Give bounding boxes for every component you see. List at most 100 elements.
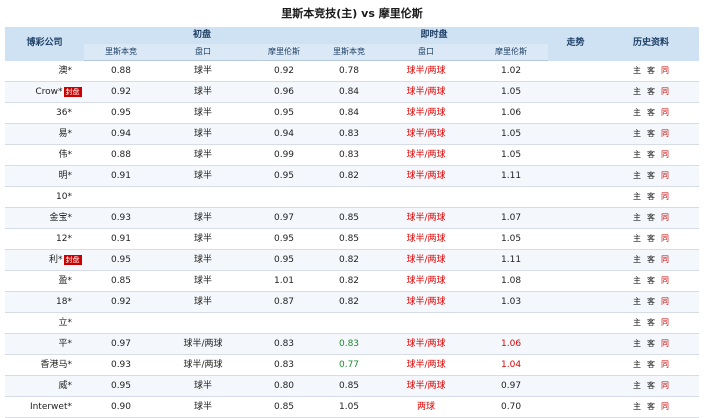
history-same-link[interactable]: 同 (658, 292, 672, 312)
live-handicap[interactable]: 球半/两球 (378, 375, 475, 397)
history-home-link[interactable]: 主 (630, 292, 644, 312)
company-name[interactable]: 威* (17, 376, 72, 396)
live-handicap[interactable]: 球半/两球 (378, 354, 475, 376)
history-same-link[interactable]: 同 (658, 229, 672, 249)
live-away-odds: 1.07 (474, 207, 549, 229)
init-home-odds: 0.95 (84, 249, 158, 271)
history-same-link[interactable]: 同 (658, 313, 672, 333)
company-name[interactable]: 平* (17, 334, 72, 354)
company-name[interactable]: 18* (17, 292, 72, 312)
history-away-link[interactable]: 客 (644, 271, 658, 291)
history-same-link[interactable]: 同 (658, 271, 672, 291)
company-name[interactable]: 伟* (17, 145, 72, 165)
live-handicap[interactable]: 球半/两球 (378, 270, 475, 292)
history-home-link[interactable]: 主 (630, 397, 644, 417)
history-same-link[interactable]: 同 (658, 124, 672, 144)
history-home-link[interactable]: 主 (630, 82, 644, 102)
init-home-odds: 0.94 (84, 123, 158, 145)
table-row: 36* 0.95 球半 0.95 0.84 球半/两球 1.06 主客同 (5, 102, 700, 124)
live-handicap[interactable]: 球半/两球 (378, 165, 475, 187)
history-home-link[interactable]: 主 (630, 355, 644, 375)
history-same-link[interactable]: 同 (658, 166, 672, 186)
history-away-link[interactable]: 客 (644, 124, 658, 144)
history-away-link[interactable]: 客 (644, 292, 658, 312)
history-away-link[interactable]: 客 (644, 313, 658, 333)
history-home-link[interactable]: 主 (630, 103, 644, 123)
history-home-link[interactable]: 主 (630, 250, 644, 270)
history-home-link[interactable]: 主 (630, 145, 644, 165)
history-away-link[interactable]: 客 (644, 355, 658, 375)
history-home-link[interactable]: 主 (630, 208, 644, 228)
company-name[interactable]: 36* (17, 103, 72, 123)
header-live: 即时盘 (320, 27, 549, 44)
history-away-link[interactable]: 客 (644, 376, 658, 396)
table-row: 澳* 0.88 球半 0.92 0.78 球半/两球 1.02 主客同 (5, 60, 700, 82)
company-name[interactable]: Crow* (8, 82, 62, 102)
live-away-odds: 1.02 (474, 60, 549, 82)
company-name[interactable]: 易* (17, 124, 72, 144)
history-same-link[interactable]: 同 (658, 82, 672, 102)
company-name[interactable]: 明* (17, 166, 72, 186)
history-away-link[interactable]: 客 (644, 166, 658, 186)
history-home-link[interactable]: 主 (630, 166, 644, 186)
history-home-link[interactable]: 主 (630, 313, 644, 333)
history-same-link[interactable]: 同 (658, 103, 672, 123)
history-away-link[interactable]: 客 (644, 397, 658, 417)
history-away-link[interactable]: 客 (644, 229, 658, 249)
init-away-odds: 0.95 (248, 228, 321, 250)
history-same-link[interactable]: 同 (658, 145, 672, 165)
live-handicap[interactable]: 球半/两球 (378, 60, 475, 82)
header-company: 博彩公司 (5, 27, 84, 61)
trend-cell (548, 186, 604, 208)
live-handicap[interactable]: 球半/两球 (378, 123, 475, 145)
history-same-link[interactable]: 同 (658, 187, 672, 207)
history-away-link[interactable]: 客 (644, 82, 658, 102)
company-name[interactable]: 利* (8, 250, 63, 270)
table-row: 金宝* 0.93 球半 0.97 0.85 球半/两球 1.07 主客同 (5, 207, 700, 229)
history-same-link[interactable]: 同 (658, 376, 672, 396)
company-name[interactable]: 香港马* (17, 355, 72, 375)
history-away-link[interactable]: 客 (644, 334, 658, 354)
live-handicap[interactable]: 球半/两球 (378, 207, 475, 229)
company-name[interactable]: 盈* (17, 271, 72, 291)
history-away-link[interactable]: 客 (644, 250, 658, 270)
live-handicap[interactable] (378, 186, 475, 208)
history-home-link[interactable]: 主 (630, 61, 644, 81)
live-handicap[interactable] (378, 312, 475, 334)
company-name[interactable]: 10* (17, 187, 72, 207)
company-name[interactable]: 澳* (17, 61, 72, 81)
history-same-link[interactable]: 同 (658, 334, 672, 354)
history-away-link[interactable]: 客 (644, 145, 658, 165)
live-handicap[interactable]: 球半/两球 (378, 144, 475, 166)
company-name[interactable]: 12* (17, 229, 72, 249)
history-away-link[interactable]: 客 (644, 103, 658, 123)
history-home-link[interactable]: 主 (630, 334, 644, 354)
history-same-link[interactable]: 同 (658, 61, 672, 81)
history-home-link[interactable]: 主 (630, 271, 644, 291)
header-live-away: 摩里伦斯 (474, 44, 549, 61)
history-away-link[interactable]: 客 (644, 61, 658, 81)
live-handicap[interactable]: 球半/两球 (378, 249, 475, 271)
history-away-link[interactable]: 客 (644, 208, 658, 228)
live-away-odds: 0.70 (474, 396, 549, 418)
company-name[interactable]: 金宝* (17, 208, 72, 228)
history-home-link[interactable]: 主 (630, 124, 644, 144)
history-home-link[interactable]: 主 (630, 187, 644, 207)
history-same-link[interactable]: 同 (658, 355, 672, 375)
live-handicap[interactable]: 球半/两球 (378, 102, 475, 124)
history-same-link[interactable]: 同 (658, 397, 672, 417)
company-name[interactable]: 立* (17, 313, 72, 333)
live-handicap[interactable]: 球半/两球 (378, 333, 475, 355)
live-handicap[interactable]: 球半/两球 (378, 228, 475, 250)
company-cell: 易* (5, 123, 84, 145)
live-handicap[interactable]: 球半/两球 (378, 81, 475, 103)
live-away-odds: 1.05 (474, 144, 549, 166)
history-home-link[interactable]: 主 (630, 376, 644, 396)
history-home-link[interactable]: 主 (630, 229, 644, 249)
company-name[interactable]: Interwet* (17, 397, 72, 417)
live-handicap[interactable]: 球半/两球 (378, 291, 475, 313)
history-same-link[interactable]: 同 (658, 208, 672, 228)
history-away-link[interactable]: 客 (644, 187, 658, 207)
history-same-link[interactable]: 同 (658, 250, 672, 270)
live-handicap[interactable]: 两球 (378, 396, 475, 418)
